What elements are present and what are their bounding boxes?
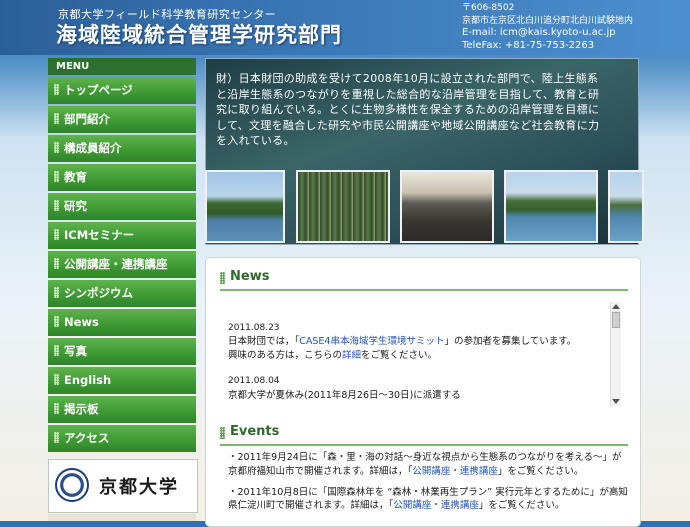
menu-heading: MENU	[48, 58, 196, 75]
site-title[interactable]: 海域陸域統合管理学研究部門	[56, 19, 342, 49]
news-item: 2011.08.23 日本財団では，「CASE4串本海域学生環境サミット」の参加…	[228, 322, 624, 362]
dots-icon	[220, 272, 225, 284]
event-item: ・2011年10月8日に「国際森林年を “森林・林業再生プラン” 実行元年とする…	[228, 486, 628, 514]
sidebar-item-label: English	[64, 373, 112, 387]
photo-strip	[205, 167, 644, 246]
sidebar-item-label: トップページ	[64, 83, 133, 97]
sidebar-item-label: ICMセミナー	[64, 228, 135, 242]
sidebar-item-icm-seminar[interactable]: ICMセミナー	[48, 222, 196, 249]
scroll-down-icon[interactable]	[612, 399, 620, 404]
sidebar-item-news[interactable]: News	[48, 309, 196, 336]
kyoto-university-logo-link[interactable]: 京都大学	[48, 459, 198, 513]
news-scroll-box[interactable]: 2011.08.23 日本財団では，「CASE4串本海域学生環境サミット」の参加…	[228, 296, 624, 406]
sidebar-nav: MENU トップページ 部門紹介 構成員紹介 教育 研究 ICMセミナー 公開講…	[48, 58, 196, 452]
sidebar-item-bbs[interactable]: 掲示板	[48, 396, 196, 423]
dots-icon	[54, 142, 59, 153]
events-heading: Events	[220, 424, 628, 446]
sidebar-item-top[interactable]: トップページ	[48, 77, 196, 104]
sidebar-item-label: 教育	[64, 170, 87, 184]
contact-info: 〒606-8502 京都市左京区北白川追分町北白川試験地内 E-mail: ic…	[462, 2, 633, 52]
sidebar-item-symposium[interactable]: シンポジウム	[48, 280, 196, 307]
dots-icon	[54, 316, 59, 327]
news-item: 2011.08.04 京都大学が夏休み(2011年8月26日～30日)に派遣する	[228, 375, 624, 402]
sidebar-item-label: 研究	[64, 199, 87, 213]
news-date: 2011.08.04	[228, 376, 280, 387]
sidebar-item-label: 公開講座・連携講座	[64, 257, 168, 271]
contact-address: 京都市左京区北白川追分町北白川試験地内	[462, 15, 634, 26]
photo-lecture	[400, 170, 494, 243]
photo-river	[205, 170, 285, 243]
sidebar-item-label: News	[64, 315, 99, 329]
contact-fax: TeleFax: +81-75-753-2263	[462, 39, 595, 51]
photo-forest	[296, 170, 390, 243]
site-header: 京都大学フィールド科学教育研究センター 海域陸域統合管理学研究部門 〒606-8…	[0, 0, 690, 55]
sidebar-item-english[interactable]: English	[48, 367, 196, 394]
main-content: News 2011.08.23 日本財団では，「CASE4串本海域学生環境サミッ…	[205, 257, 641, 527]
news-date: 2011.08.23	[228, 323, 280, 333]
dots-icon	[54, 432, 59, 443]
sidebar-item-label: 構成員紹介	[64, 141, 122, 155]
dots-icon	[54, 287, 59, 298]
news-link-case4[interactable]: CASE4串本海域学生環境サミット	[299, 336, 444, 347]
event-text: 」をご覧ください。	[497, 465, 584, 477]
sidebar-item-photos[interactable]: 写真	[48, 338, 196, 365]
event-link-lectures[interactable]: 公開講座・連携講座	[412, 466, 498, 477]
news-scrollbar[interactable]	[610, 302, 621, 406]
sidebar-item-label: アクセス	[64, 431, 110, 445]
news-text: 日本財団では，「	[228, 336, 300, 348]
event-item: ・2011年9月24日に「森・里・海の対話～身近な視点から生態系のつながりを考え…	[228, 451, 628, 479]
events-heading-text: Events	[230, 424, 280, 439]
sidebar-item-lectures[interactable]: 公開講座・連携講座	[48, 251, 196, 278]
news-text: 」の参加者を募集しています。	[444, 336, 577, 348]
dots-icon	[220, 427, 225, 439]
event-text: 」をご覧ください。	[478, 500, 565, 512]
sidebar-item-education[interactable]: 教育	[48, 164, 196, 191]
sidebar-item-label: シンポジウム	[64, 286, 133, 300]
dots-icon	[54, 113, 59, 124]
news-text: 京都大学が夏休み(2011年8月26日～30日)に派遣する	[228, 389, 461, 401]
news-text: 興味のある方は，こちらの	[228, 349, 343, 361]
sidebar-item-label: 部門紹介	[64, 112, 110, 126]
university-logo-text: 京都大学	[99, 477, 179, 498]
university-seal-icon	[55, 468, 89, 502]
intro-text: 財）日本財団の助成を受けて2008年10月に設立された部門で、陸上生態系と沿岸生…	[216, 72, 600, 148]
sidebar-item-members[interactable]: 構成員紹介	[48, 135, 196, 162]
photo-coast	[608, 170, 644, 243]
event-link-lectures[interactable]: 公開講座・連携講座	[393, 500, 479, 511]
dots-icon	[54, 229, 59, 240]
sidebar-item-label: 掲示板	[64, 402, 99, 416]
sidebar-footer	[48, 514, 196, 521]
news-link-details[interactable]: 詳細	[342, 350, 361, 361]
scroll-up-icon[interactable]	[612, 304, 620, 309]
dots-icon	[54, 171, 59, 182]
dots-icon	[54, 258, 59, 269]
photo-lake	[504, 170, 598, 243]
news-text: をご覧ください。	[361, 349, 438, 361]
scroll-thumb[interactable]	[612, 312, 620, 328]
sidebar-item-research[interactable]: 研究	[48, 193, 196, 220]
dots-icon	[54, 200, 59, 211]
intro-banner: 財）日本財団の助成を受けて2008年10月に設立された部門で、陸上生態系と沿岸生…	[205, 58, 644, 246]
events-list: ・2011年9月24日に「森・里・海の対話～身近な視点から生態系のつながりを考え…	[228, 451, 628, 520]
sidebar-item-about[interactable]: 部門紹介	[48, 106, 196, 133]
contact-email[interactable]: E-mail: icm@kais.kyoto-u.ac.jp	[462, 27, 633, 40]
dots-icon	[54, 84, 59, 95]
contact-postal: 〒606-8502	[462, 3, 515, 13]
sidebar-item-label: 写真	[64, 344, 87, 358]
dots-icon	[54, 374, 59, 385]
dots-icon	[54, 345, 59, 356]
sidebar-item-access[interactable]: アクセス	[48, 425, 196, 452]
news-heading: News	[220, 269, 628, 291]
news-heading-text: News	[230, 269, 270, 284]
dots-icon	[54, 403, 59, 414]
